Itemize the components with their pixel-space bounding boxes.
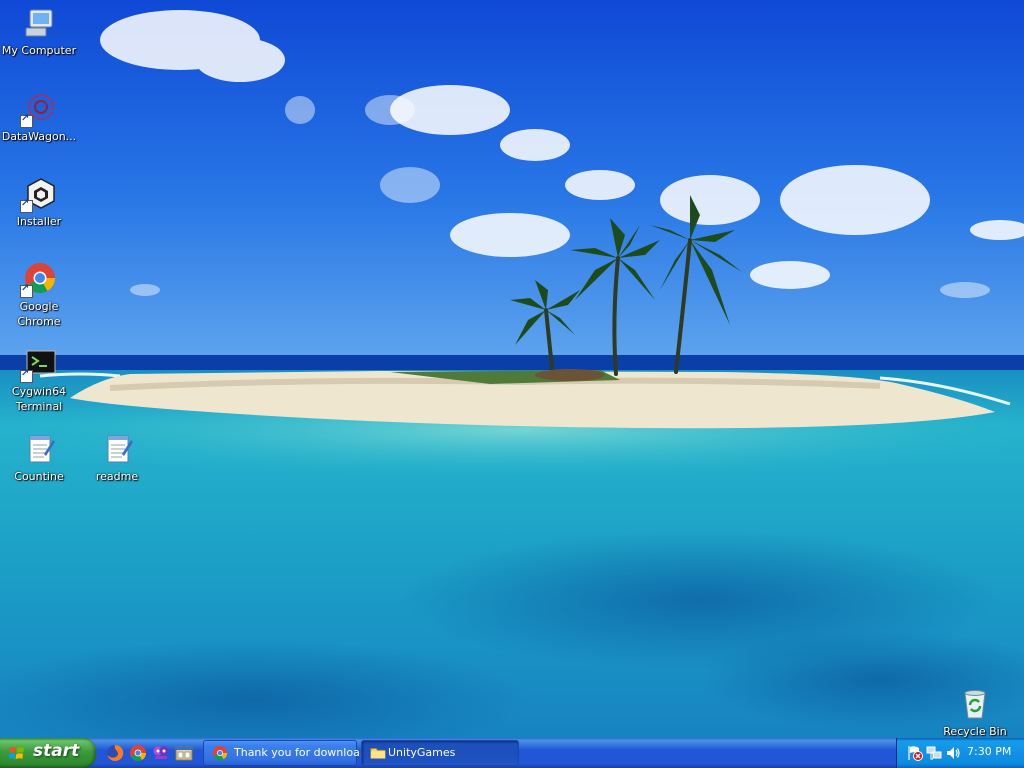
taskbar: start Thank you for downloa... UnityGame…: [0, 738, 1024, 768]
desktop-icon-datawagon[interactable]: DataWagon...: [0, 86, 78, 144]
network-icon[interactable]: [926, 745, 942, 761]
computer-icon: [22, 6, 56, 40]
folder-icon: [370, 748, 386, 759]
chrome-icon: [20, 262, 56, 298]
system-tray: 7:30 PM: [896, 738, 1024, 768]
wallpaper-island-beach: [0, 0, 1024, 738]
desktop-icon-label: Recycle Bin: [943, 725, 1007, 738]
start-label: start: [33, 741, 80, 761]
shortcut-arrow-icon: [20, 283, 33, 298]
shortcut-arrow-icon: [20, 368, 33, 383]
notepad-file-icon: [22, 432, 56, 466]
task-button-label: Thank you for downloa...: [234, 746, 371, 759]
desktop-icon-label: Installer: [16, 215, 62, 228]
task-button-unitygames[interactable]: UnityGames: [361, 740, 519, 766]
recycle-bin-icon: [958, 687, 992, 721]
explorer-icon[interactable]: [175, 744, 193, 762]
desktop-icon-my-computer[interactable]: My Computer: [0, 0, 78, 58]
volume-icon[interactable]: [945, 745, 961, 761]
desktop-icon-installer[interactable]: Installer: [0, 171, 78, 229]
desktop-icon-label: readme: [95, 470, 139, 483]
desktop-icon-label: Google Chrome: [17, 300, 61, 328]
desktop-icon-google-chrome[interactable]: Google Chrome: [0, 256, 78, 329]
terminal-icon: [20, 347, 56, 383]
desktop-icon-label: Countine: [14, 470, 64, 483]
chrome-icon: [212, 745, 228, 761]
task-button-label: UnityGames: [388, 746, 456, 759]
desktop-icon-cygwin64-terminal[interactable]: Cygwin64 Terminal: [0, 341, 78, 414]
unity-installer-icon: [20, 177, 56, 213]
clock[interactable]: 7:30 PM: [967, 745, 1011, 758]
desktop-icon-label: My Computer: [1, 44, 77, 57]
shortcut-arrow-icon: [20, 198, 33, 213]
notepad-file-icon: [100, 432, 134, 466]
desktop-icon-readme[interactable]: readme: [78, 426, 156, 484]
desktop[interactable]: My Computer DataWagon... Installer: [0, 0, 1024, 738]
datawagon-icon: [20, 92, 56, 128]
start-button[interactable]: start: [0, 738, 96, 768]
people-icon[interactable]: [152, 744, 170, 762]
firefox-icon[interactable]: [106, 744, 124, 762]
desktop-icon-label: Cygwin64 Terminal: [11, 385, 67, 413]
desktop-icon-label: DataWagon...: [1, 130, 77, 143]
desktop-icon-countine[interactable]: Countine: [0, 426, 78, 484]
chrome-icon[interactable]: [129, 744, 147, 762]
task-button-chrome-download[interactable]: Thank you for downloa...: [203, 740, 370, 766]
security-alert-icon[interactable]: [907, 745, 923, 761]
desktop-icon-recycle-bin[interactable]: Recycle Bin: [936, 681, 1014, 738]
shortcut-arrow-icon: [20, 113, 33, 128]
windows-logo-icon: [9, 747, 24, 760]
